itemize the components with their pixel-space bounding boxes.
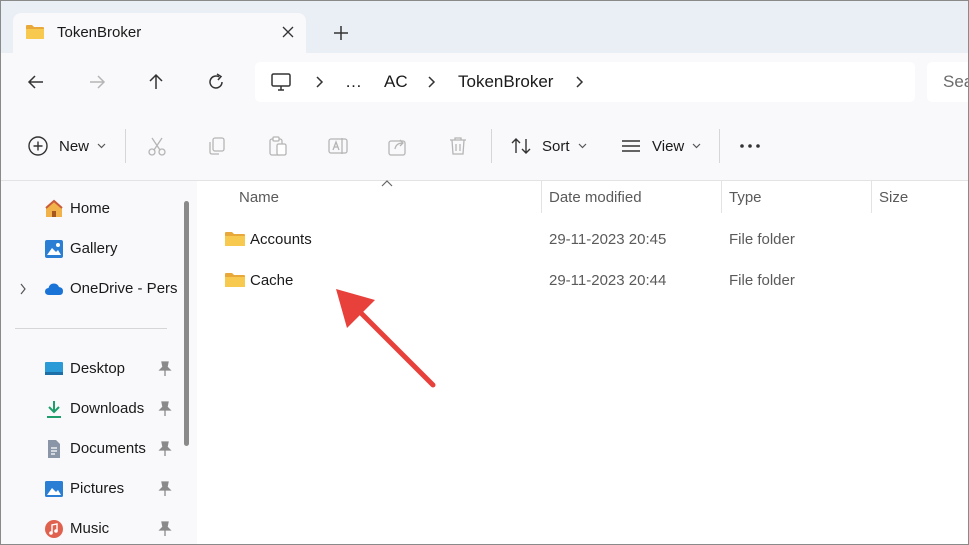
pictures-icon [45, 481, 63, 497]
rename-icon[interactable] [327, 135, 349, 157]
table-row[interactable]: Cache 29-11-2023 20:44 File folder [197, 263, 968, 299]
file-explorer-window: TokenBroker … AC TokenBroker Se New Sort… [0, 0, 969, 545]
chevron-right-icon[interactable] [19, 283, 27, 295]
sidebar-item-pictures[interactable]: Pictures [1, 472, 181, 506]
sidebar-scrollbar[interactable] [184, 201, 189, 446]
new-button[interactable]: New [27, 133, 106, 159]
desktop-icon [45, 362, 63, 375]
sort-label: Sort [542, 137, 570, 155]
column-header-size[interactable]: Size [879, 189, 908, 206]
file-name: Cache [250, 272, 294, 289]
new-label: New [59, 137, 90, 155]
file-date: 29-11-2023 20:44 [549, 272, 667, 289]
back-arrow-icon[interactable] [24, 70, 48, 94]
toolbar-divider [719, 129, 720, 163]
this-pc-icon[interactable] [269, 71, 293, 93]
folder-icon [225, 232, 245, 246]
folder-icon [225, 273, 245, 287]
toolbar-divider [125, 129, 126, 163]
search-placeholder: Sea [943, 72, 968, 91]
file-name: Accounts [250, 231, 312, 248]
refresh-icon[interactable] [204, 70, 228, 94]
address-bar[interactable]: … AC TokenBroker [255, 62, 915, 102]
sidebar-item-downloads[interactable]: Downloads [1, 392, 181, 426]
chevron-right-icon[interactable] [573, 74, 585, 90]
column-divider[interactable] [871, 181, 872, 213]
file-list: Name Date modified Type Size Accounts 29… [197, 180, 968, 544]
breadcrumb-ac[interactable]: AC [384, 72, 408, 92]
sidebar-item-gallery[interactable]: Gallery [1, 232, 181, 266]
file-type: File folder [729, 231, 795, 248]
file-type: File folder [729, 272, 795, 289]
navigation-pane: Home Gallery OneDrive - Perso Desktop Do… [1, 181, 197, 544]
sort-ascending-icon [381, 180, 393, 187]
column-header-date[interactable]: Date modified [549, 189, 642, 206]
annotation-arrow [336, 289, 436, 388]
delete-icon[interactable] [447, 135, 469, 157]
cut-icon[interactable] [146, 135, 168, 157]
chevron-down-icon [97, 143, 106, 149]
chevron-right-icon[interactable] [425, 74, 437, 90]
sidebar-divider [15, 328, 167, 329]
search-box[interactable]: Sea [927, 62, 968, 102]
tab-strip: TokenBroker [1, 1, 968, 53]
sidebar-item-documents[interactable]: Documents [1, 432, 181, 466]
pin-icon[interactable] [158, 481, 172, 497]
music-icon [45, 520, 63, 538]
add-circle-icon [28, 136, 48, 156]
up-arrow-icon[interactable] [144, 70, 168, 94]
tab-title: TokenBroker [57, 24, 142, 41]
sort-icon [511, 138, 531, 154]
sidebar-item-label: Home [70, 200, 111, 217]
column-divider[interactable] [721, 181, 722, 213]
folder-icon [26, 25, 44, 39]
new-tab-icon[interactable] [329, 21, 353, 45]
chevron-down-icon [692, 143, 701, 149]
breadcrumb-overflow[interactable]: … [345, 72, 362, 92]
sort-button[interactable]: Sort [510, 133, 587, 159]
chevron-down-icon [578, 143, 586, 149]
documents-icon [48, 440, 60, 458]
view-list-icon [622, 140, 640, 152]
breadcrumb-tokenbroker[interactable]: TokenBroker [458, 72, 553, 92]
command-bar: New Sort View [1, 111, 968, 181]
column-header-type[interactable]: Type [729, 189, 762, 206]
sidebar-item-desktop[interactable]: Desktop [1, 352, 181, 386]
gallery-icon [45, 240, 63, 258]
column-divider[interactable] [541, 181, 542, 213]
copy-icon[interactable] [206, 135, 228, 157]
sidebar-item-label: OneDrive - Perso [70, 280, 178, 297]
toolbar-divider [491, 129, 492, 163]
chevron-right-icon[interactable] [313, 74, 325, 90]
share-icon[interactable] [387, 135, 409, 157]
pin-icon[interactable] [158, 401, 172, 417]
sidebar-item-home[interactable]: Home [1, 192, 181, 226]
forward-arrow-icon[interactable] [85, 70, 109, 94]
table-row[interactable]: Accounts 29-11-2023 20:45 File folder [197, 222, 968, 258]
pin-icon[interactable] [158, 521, 172, 537]
close-icon[interactable] [277, 21, 299, 43]
sidebar-item-onedrive[interactable]: OneDrive - Perso [1, 272, 181, 306]
view-button[interactable]: View [620, 133, 701, 159]
tab-tokenbroker[interactable]: TokenBroker [13, 13, 306, 53]
home-icon [45, 199, 63, 217]
file-date: 29-11-2023 20:45 [549, 231, 667, 248]
view-label: View [652, 137, 685, 155]
navigation-bar: … AC TokenBroker Sea [1, 53, 968, 111]
pin-icon[interactable] [158, 361, 172, 377]
paste-icon[interactable] [267, 135, 289, 157]
download-icon [47, 401, 61, 418]
column-header-name[interactable]: Name [239, 189, 279, 206]
more-options-icon[interactable] [739, 135, 761, 157]
cloud-icon [45, 283, 63, 295]
sidebar-item-label: Gallery [70, 240, 118, 257]
sidebar-item-music[interactable]: Music [1, 512, 181, 544]
pin-icon[interactable] [158, 441, 172, 457]
